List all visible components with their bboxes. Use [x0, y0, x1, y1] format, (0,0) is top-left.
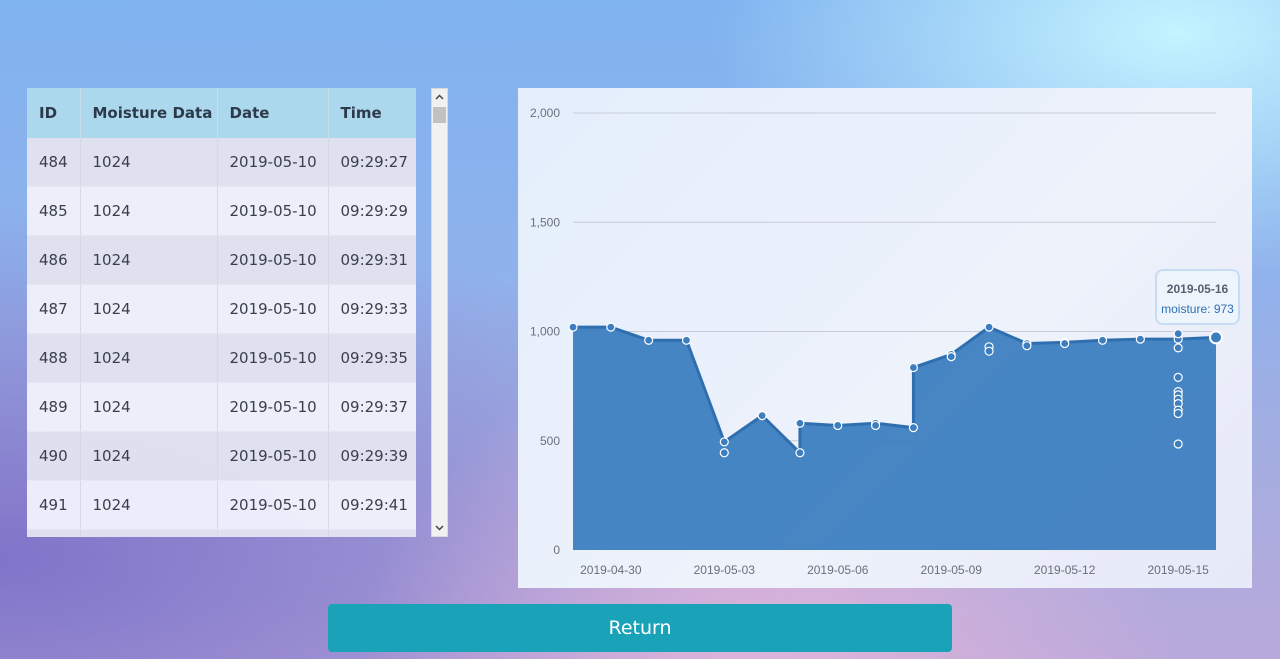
table-row[interactable] — [27, 529, 416, 537]
cell-time: 09:29:39 — [328, 431, 416, 481]
cell-time: 09:29:29 — [328, 186, 416, 236]
y-tick-label: 500 — [540, 434, 560, 448]
x-tick-label: 2019-05-03 — [694, 563, 756, 577]
cell-date: 2019-05-10 — [217, 382, 329, 432]
table-row[interactable]: 490 1024 2019-05-10 09:29:39 — [27, 431, 416, 481]
chevron-up-icon[interactable] — [432, 89, 447, 106]
data-point — [1022, 341, 1032, 351]
data-point — [984, 346, 994, 356]
moisture-data-table: ID Moisture Data Date Time 484 1024 2019… — [27, 88, 416, 537]
cell-id: 490 — [27, 431, 81, 481]
cell-moisture: 1024 — [80, 480, 218, 530]
data-point — [1173, 372, 1183, 382]
table-scrollbar[interactable] — [431, 88, 448, 537]
cell-moisture: 1024 — [80, 382, 218, 432]
tooltip-value: moisture: 973 — [1161, 302, 1234, 316]
table-row[interactable]: 491 1024 2019-05-10 09:29:41 — [27, 480, 416, 530]
data-point — [833, 420, 843, 431]
data-point — [1173, 343, 1183, 353]
cell-time: 09:29:33 — [328, 284, 416, 334]
column-header-id[interactable]: ID — [27, 88, 81, 138]
cell-id: 485 — [27, 186, 81, 236]
data-point — [1060, 338, 1070, 349]
data-point — [1135, 334, 1145, 344]
cell-moisture: 1024 — [80, 284, 218, 334]
cell-time: 09:29:27 — [328, 138, 416, 187]
table-row[interactable]: 488 1024 2019-05-10 09:29:35 — [27, 333, 416, 383]
table-row[interactable]: 484 1024 2019-05-10 09:29:27 — [27, 138, 416, 187]
series-area — [573, 327, 1216, 550]
x-tick-label: 2019-05-09 — [921, 563, 983, 577]
data-point — [1173, 408, 1183, 419]
data-point — [908, 423, 919, 433]
cell-date: 2019-05-10 — [217, 431, 329, 481]
tooltip-date: 2019-05-16 — [1166, 282, 1229, 296]
cell-moisture: 1024 — [80, 186, 218, 236]
cell-time: 09:29:31 — [328, 235, 416, 285]
table-row[interactable]: 485 1024 2019-05-10 09:29:29 — [27, 186, 416, 236]
column-header-moisture[interactable]: Moisture Data — [80, 88, 218, 138]
cell-id: 486 — [27, 235, 81, 285]
data-point — [1173, 439, 1183, 449]
data-point — [757, 411, 767, 421]
cell-moisture: 1024 — [80, 235, 218, 285]
column-header-time[interactable]: Time — [328, 88, 416, 138]
y-tick-label: 0 — [553, 543, 560, 557]
cell-moisture: 1024 — [80, 431, 218, 481]
scrollbar-thumb[interactable] — [433, 107, 446, 123]
data-point — [984, 322, 994, 332]
y-tick-label: 1,000 — [530, 325, 560, 339]
table-row[interactable]: 486 1024 2019-05-10 09:29:31 — [27, 235, 416, 285]
highlighted-point — [1209, 330, 1223, 345]
x-tick-label: 2019-05-06 — [807, 563, 869, 577]
table-row[interactable]: 489 1024 2019-05-10 09:29:37 — [27, 382, 416, 432]
cell-id: 489 — [27, 382, 81, 432]
cell-time: 09:29:41 — [328, 480, 416, 530]
cell-date: 2019-05-10 — [217, 235, 329, 285]
chevron-down-icon[interactable] — [432, 519, 447, 536]
x-tick-label: 2019-05-12 — [1034, 563, 1096, 577]
cell-date — [217, 529, 329, 537]
chart-canvas: 0 500 1,000 1,500 2,000 2019-04-30 2019-05-03 2… — [530, 106, 1223, 577]
cell-id: 491 — [27, 480, 81, 530]
table-row[interactable]: 487 1024 2019-05-10 09:29:33 — [27, 284, 416, 334]
cell-date: 2019-05-10 — [217, 284, 329, 334]
cell-moisture: 1024 — [80, 138, 218, 187]
data-point — [870, 420, 881, 431]
data-point — [644, 335, 654, 345]
data-point — [719, 437, 729, 447]
cell-date: 2019-05-10 — [217, 480, 329, 530]
data-point — [1173, 329, 1183, 339]
cell-date: 2019-05-10 — [217, 333, 329, 383]
data-point — [568, 322, 578, 332]
moisture-chart: 0 500 1,000 1,500 2,000 2019-04-30 2019-05-03 2… — [518, 88, 1252, 588]
cell-time: 09:29:37 — [328, 382, 416, 432]
cell-moisture — [80, 529, 218, 537]
data-point — [719, 448, 729, 458]
cell-time: 09:29:35 — [328, 333, 416, 383]
cell-time — [328, 529, 416, 537]
table-header-row: ID Moisture Data Date Time — [27, 88, 416, 138]
cell-moisture: 1024 — [80, 333, 218, 383]
data-point — [681, 335, 692, 345]
cell-date: 2019-05-10 — [217, 186, 329, 236]
cell-date: 2019-05-10 — [217, 138, 329, 187]
chart-tooltip: 2019-05-16 moisture: 973 — [1155, 269, 1240, 325]
data-point — [1097, 335, 1108, 345]
data-point — [908, 362, 919, 373]
data-point — [606, 322, 616, 332]
y-tick-label: 1,500 — [530, 215, 560, 229]
x-tick-label: 2019-04-30 — [580, 563, 642, 577]
cell-id — [27, 529, 81, 537]
data-point — [795, 418, 805, 428]
y-tick-label: 2,000 — [530, 106, 560, 120]
return-button[interactable]: Return — [328, 604, 952, 652]
column-header-date[interactable]: Date — [217, 88, 329, 138]
data-point — [795, 448, 805, 458]
cell-id: 484 — [27, 138, 81, 187]
cell-id: 487 — [27, 284, 81, 334]
data-point — [946, 352, 956, 362]
x-tick-label: 2019-05-15 — [1147, 563, 1209, 577]
cell-id: 488 — [27, 333, 81, 383]
